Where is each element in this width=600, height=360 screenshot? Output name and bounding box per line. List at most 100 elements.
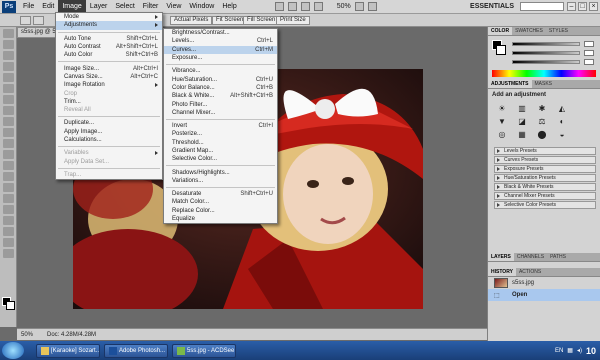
workspace-switcher[interactable]: ESSENTIALS — [470, 3, 514, 10]
preset-levels-presets[interactable]: Levels Presets — [494, 147, 596, 155]
print-size-button[interactable]: Print Size — [276, 16, 310, 25]
taskbar-item-photoshop[interactable]: Adobe Photosh... — [104, 343, 168, 358]
preset-selective-color-presets[interactable]: Selective Color Presets — [494, 201, 596, 209]
volume-icon[interactable]: ◂) — [577, 347, 582, 354]
preset-channel-mixer-presets[interactable]: Channel Mixer Presets — [494, 192, 596, 200]
adjustment-icon-2[interactable]: ▥ — [516, 104, 528, 114]
maximize-button[interactable]: □ — [578, 2, 587, 11]
path-select-tool-icon[interactable] — [2, 205, 14, 214]
preset-exposure-presets[interactable]: Exposure Presets — [494, 165, 596, 173]
adj-item-photo-filter[interactable]: Photo Filter... — [164, 100, 277, 108]
taskbar-item-acdsee[interactable]: 5ss.jpg - ACDSee Ph... — [172, 343, 236, 358]
adjustment-icon-6[interactable]: ◪ — [516, 117, 528, 127]
adjustment-icon-7[interactable]: ⚖ — [536, 117, 548, 127]
adj-item-exposure[interactable]: Exposure... — [164, 54, 277, 62]
tab-color[interactable]: COLOR — [488, 27, 513, 35]
healing-brush-tool-icon[interactable] — [2, 95, 14, 104]
adj-item-selective-color[interactable]: Selective Color... — [164, 155, 277, 163]
tab-paths[interactable]: PATHS — [547, 253, 569, 261]
tab-adjustments[interactable]: ADJUSTMENTS — [488, 80, 532, 88]
minimize-button[interactable]: – — [567, 2, 576, 11]
shape-tool-icon[interactable] — [2, 216, 14, 225]
close-button[interactable]: × — [589, 2, 598, 11]
adjustment-icon-3[interactable]: ✱ — [536, 104, 548, 114]
adj-item-black-white[interactable]: Black & White... Alt+Shift+Ctrl+B — [164, 92, 277, 100]
menu-item-mode[interactable]: Mode — [56, 13, 162, 21]
pen-tool-icon[interactable] — [2, 183, 14, 192]
menu-item-auto-contrast[interactable]: Auto Contrast Alt+Shift+Ctrl+L — [56, 43, 162, 51]
brush-tool-icon[interactable] — [2, 106, 14, 115]
adjustment-icon-4[interactable]: ◭ — [556, 104, 568, 114]
adj-item-hue-saturation[interactable]: Hue/Saturation... Ctrl+U — [164, 75, 277, 83]
blue-value[interactable] — [584, 59, 594, 65]
quick-select-tool-icon[interactable] — [2, 62, 14, 71]
hand-tool-icon[interactable] — [2, 238, 14, 247]
adjustment-icon-11[interactable]: ⬤ — [536, 130, 548, 140]
adj-item-shadows-highlights[interactable]: Shadows/Highlights... — [164, 168, 277, 176]
clone-stamp-tool-icon[interactable] — [2, 117, 14, 126]
menu-view[interactable]: View — [162, 0, 185, 14]
dodge-tool-icon[interactable] — [2, 172, 14, 181]
menu-item-trim[interactable]: Trim... — [56, 98, 162, 106]
eraser-tool-icon[interactable] — [2, 139, 14, 148]
menu-help[interactable]: Help — [218, 0, 240, 14]
adj-item-variations[interactable]: Variations... — [164, 177, 277, 185]
network-icon[interactable]: ▦ — [567, 347, 573, 354]
screen-mode-icon[interactable] — [367, 2, 377, 11]
zoom-in-icon[interactable] — [20, 16, 31, 25]
adj-item-levels[interactable]: Levels... Ctrl+L — [164, 37, 277, 45]
blue-slider[interactable] — [512, 60, 580, 64]
preset-black-white-presets[interactable]: Black & White Presets — [494, 183, 596, 191]
tab-history[interactable]: HISTORY — [488, 268, 516, 276]
menu-item-apply-image[interactable]: Apply Image... — [56, 128, 162, 136]
eyedropper-tool-icon[interactable] — [2, 84, 14, 93]
tab-actions[interactable]: ACTIONS — [516, 268, 544, 276]
adj-item-gradient-map[interactable]: Gradient Map... — [164, 147, 277, 155]
clock[interactable]: 10 — [586, 346, 596, 356]
menu-window[interactable]: Window — [185, 0, 218, 14]
menu-item-canvas-size[interactable]: Canvas Size... Alt+Ctrl+C — [56, 73, 162, 81]
3d-rotate-tool-icon[interactable] — [2, 227, 14, 236]
adj-item-equalize[interactable]: Equalize — [164, 215, 277, 223]
move-tool-icon[interactable] — [2, 29, 14, 38]
zoom-tool-icon[interactable] — [2, 249, 14, 258]
arrange-documents-icon[interactable] — [354, 2, 364, 11]
adj-item-replace-color[interactable]: Replace Color... — [164, 207, 277, 215]
adj-item-threshold[interactable]: Threshold... — [164, 139, 277, 147]
green-value[interactable] — [584, 50, 594, 56]
background-color-icon[interactable] — [496, 45, 506, 55]
tab-swatches[interactable]: SWATCHES — [512, 27, 546, 35]
menu-item-auto-tone[interactable]: Auto Tone Shift+Ctrl+L — [56, 35, 162, 43]
blur-tool-icon[interactable] — [2, 161, 14, 170]
search-input[interactable] — [520, 2, 564, 11]
adjustment-icon-10[interactable]: ▦ — [516, 130, 528, 140]
menu-item-auto-color[interactable]: Auto Color Shift+Ctrl+B — [56, 51, 162, 59]
tab-channels[interactable]: CHANNELS — [514, 253, 547, 261]
adj-item-channel-mixer[interactable]: Channel Mixer... — [164, 109, 277, 117]
taskbar-item-karaoke[interactable]: [Karaoke] Sozart... — [36, 343, 100, 358]
red-value[interactable] — [584, 41, 594, 47]
color-spectrum-bar[interactable] — [492, 70, 596, 77]
bridge-icon[interactable] — [274, 2, 284, 11]
adj-item-brightness-contrast[interactable]: Brightness/Contrast... — [164, 29, 277, 37]
adj-item-color-balance[interactable]: Color Balance... Ctrl+B — [164, 84, 277, 92]
background-color-swatch[interactable] — [6, 301, 15, 310]
adjustment-icon-1[interactable]: ☀ — [496, 104, 508, 114]
history-brush-source-icon[interactable]: ⬚ — [494, 292, 508, 299]
adj-item-curves[interactable]: Curves... Ctrl+M — [164, 45, 277, 54]
status-doc-size[interactable]: Doc: 4.28M/4.28M — [47, 332, 96, 338]
adj-item-vibrance[interactable]: Vibrance... — [164, 67, 277, 75]
gradient-tool-icon[interactable] — [2, 150, 14, 159]
hand-tool-icon[interactable] — [300, 2, 310, 11]
history-brush-tool-icon[interactable] — [2, 128, 14, 137]
type-tool-icon[interactable] — [2, 194, 14, 203]
menu-item-image-rotation[interactable]: Image Rotation — [56, 81, 162, 89]
zoom-level[interactable]: 50% — [337, 3, 351, 10]
adj-item-posterize[interactable]: Posterize... — [164, 130, 277, 138]
menu-item-image-size[interactable]: Image Size... Alt+Ctrl+I — [56, 64, 162, 72]
fill-screen-button[interactable]: Fill Screen — [243, 16, 280, 25]
language-indicator[interactable]: EN — [555, 348, 563, 354]
tab-layers[interactable]: LAYERS — [488, 253, 514, 261]
tab-styles[interactable]: STYLES — [546, 27, 571, 35]
preset-hue-saturation-presets[interactable]: Hue/Saturation Presets — [494, 174, 596, 182]
